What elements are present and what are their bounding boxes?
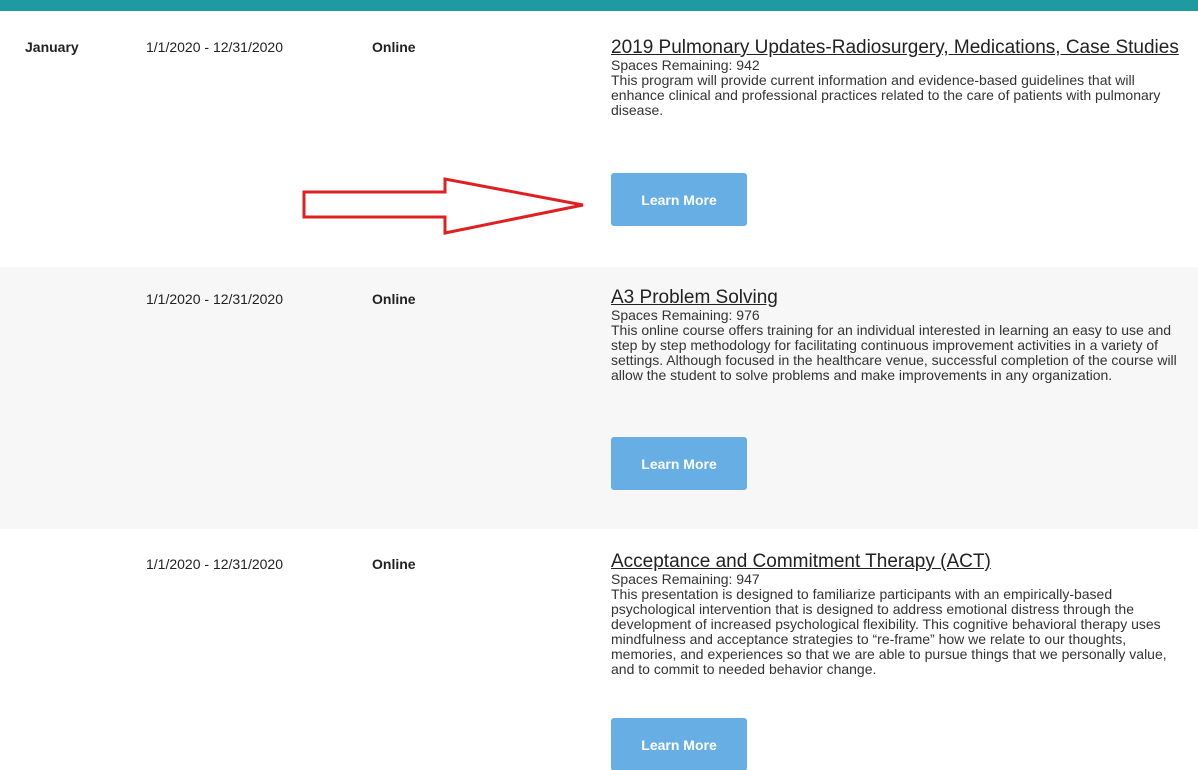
course-details: 2019 Pulmonary Updates-Radiosurgery, Med… (611, 37, 1191, 118)
course-title-link[interactable]: A3 Problem Solving (611, 287, 1191, 308)
spaces-remaining: Spaces Remaining: 942 (611, 57, 760, 73)
course-dates: 1/1/2020 - 12/31/2020 (146, 291, 284, 307)
learn-more-button[interactable]: Learn More (611, 173, 747, 226)
learn-more-button[interactable]: Learn More (611, 718, 747, 770)
learn-more-button[interactable]: Learn More (611, 437, 747, 490)
course-row: 1/1/2020 - 12/31/2020 Online Acceptance … (0, 529, 1198, 770)
course-details: A3 Problem Solving Spaces Remaining: 976… (611, 287, 1191, 383)
red-arrow-annotation (302, 177, 584, 235)
course-details: Acceptance and Commitment Therapy (ACT) … (611, 551, 1191, 677)
course-description: This program will provide current inform… (611, 72, 1161, 118)
course-title-link[interactable]: 2019 Pulmonary Updates-Radiosurgery, Med… (611, 37, 1191, 58)
course-location: Online (372, 556, 416, 572)
course-listing-page: January 1/1/2020 - 12/31/2020 Online 201… (0, 0, 1198, 770)
spaces-remaining: Spaces Remaining: 947 (611, 571, 760, 587)
course-title-link[interactable]: Acceptance and Commitment Therapy (ACT) (611, 551, 1191, 572)
course-location: Online (372, 39, 416, 55)
course-month: January (25, 39, 79, 55)
course-row: 1/1/2020 - 12/31/2020 Online A3 Problem … (0, 267, 1198, 529)
arrow-shape (302, 177, 584, 235)
course-description: This presentation is designed to familia… (611, 586, 1167, 677)
spaces-remaining: Spaces Remaining: 976 (611, 307, 760, 323)
course-dates: 1/1/2020 - 12/31/2020 (146, 556, 284, 572)
course-dates: 1/1/2020 - 12/31/2020 (146, 39, 284, 55)
course-row: January 1/1/2020 - 12/31/2020 Online 201… (0, 11, 1198, 267)
course-description: This online course offers training for a… (611, 322, 1177, 383)
course-location: Online (372, 291, 416, 307)
top-accent-bar (0, 0, 1198, 11)
